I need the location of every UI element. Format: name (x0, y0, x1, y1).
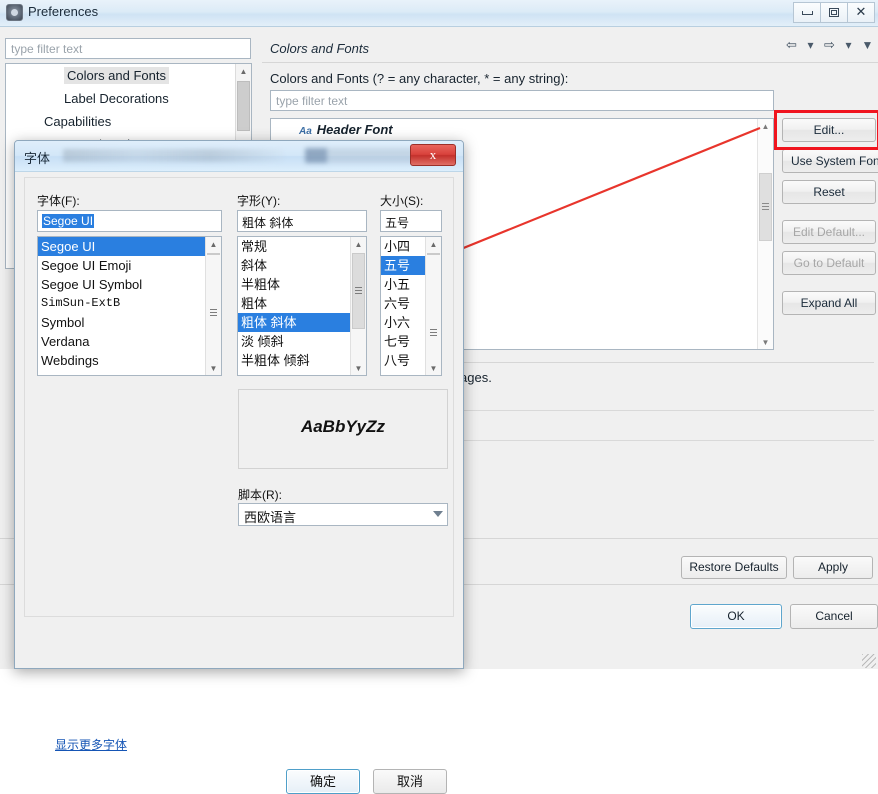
right-pane-navbar: ⇦ ▾ ⇨ ▾ ▼ (783, 36, 876, 53)
font-dialog-titlebar: 字体 x (15, 141, 463, 172)
font-size-input[interactable]: 五号 (380, 210, 442, 232)
window-controls: ✕ (793, 2, 875, 23)
colors-and-fonts-field-label: Colors and Fonts (? = any character, * =… (270, 71, 569, 86)
scroll-down-icon[interactable]: ▼ (351, 361, 366, 375)
scrollbar-grip-icon[interactable] (210, 309, 217, 316)
menu-dropdown-icon[interactable]: ▼ (859, 36, 876, 53)
font-dialog-title: 字体 (24, 151, 51, 166)
list-item[interactable]: 粗体 (238, 294, 366, 313)
sidebar-item-label: Label Decorations (64, 91, 169, 106)
preferences-titlebar: Preferences ✕ (0, 0, 878, 27)
scroll-up-icon[interactable]: ▲ (426, 237, 441, 251)
window-resize-grip[interactable] (862, 654, 876, 668)
use-system-font-button[interactable]: Use System Font (782, 149, 878, 173)
scroll-up-icon[interactable]: ▲ (758, 119, 773, 133)
minimize-icon[interactable] (793, 2, 821, 23)
scroll-up-icon[interactable]: ▲ (236, 64, 251, 79)
scroll-up-icon[interactable]: ▲ (351, 237, 366, 251)
font-family-list[interactable]: Segoe UI Segoe UI Emoji Segoe UI Symbol … (37, 236, 222, 376)
scrollbar-thumb[interactable] (237, 81, 250, 131)
back-dropdown-icon[interactable]: ▾ (802, 36, 819, 53)
expand-all-button[interactable]: Expand All (782, 291, 876, 315)
edit-default-button[interactable]: Edit Default... (782, 220, 876, 244)
font-dialog-ok-button[interactable]: 确定 (286, 769, 360, 794)
cancel-button[interactable]: Cancel (790, 604, 878, 629)
list-item[interactable]: SimSun-ExtB (38, 294, 221, 313)
apply-button[interactable]: Apply (793, 556, 873, 579)
back-arrow-icon[interactable]: ⇦ (783, 36, 800, 53)
list-item[interactable]: 斜体 (238, 256, 366, 275)
colors-fonts-filter-input[interactable]: type filter text (270, 90, 774, 111)
right-pane-title: Colors and Fonts (270, 41, 369, 56)
sample-preview-box: AaBbYyZz (238, 389, 448, 469)
screen-root: Preferences ✕ type filter text Colors an… (0, 0, 878, 794)
preferences-gear-icon (6, 4, 23, 21)
list-item[interactable]: Segoe UI Emoji (38, 256, 221, 275)
show-more-fonts-link[interactable]: 显示更多字体 (55, 736, 127, 753)
aa-preview-icon: Aa (299, 126, 312, 137)
font-size-label: 大小(S): (380, 194, 424, 208)
sidebar-item-colors-and-fonts[interactable]: Colors and Fonts (6, 64, 251, 87)
tree-row-label: Header Font (316, 122, 393, 137)
font-dialog-cancel-button[interactable]: 取消 (373, 769, 447, 794)
font-dialog: 字体 x 字体(F): Segoe UI Segoe UI Segoe UI E… (14, 140, 464, 794)
scroll-down-icon[interactable]: ▼ (426, 361, 441, 375)
forward-arrow-icon[interactable]: ⇨ (821, 36, 838, 53)
preferences-filter-input[interactable]: type filter text (5, 38, 251, 59)
list-item[interactable]: 淡 倾斜 (238, 332, 366, 351)
sidebar-item-capabilities[interactable]: Capabilities (6, 110, 251, 133)
font-style-label: 字形(Y): (237, 194, 281, 208)
font-size-scrollbar[interactable]: ▲ ▼ (425, 237, 441, 375)
scroll-down-icon[interactable]: ▼ (758, 335, 773, 349)
edit-button-highlight-annotation (774, 110, 878, 150)
scrollbar-grip-icon (355, 287, 362, 294)
font-family-input[interactable]: Segoe UI (37, 210, 222, 232)
list-item[interactable]: Webdings (38, 351, 221, 370)
font-size-list[interactable]: 小四 五号 小五 六号 小六 七号 八号 ▲ ▼ (380, 236, 442, 376)
go-to-default-button[interactable]: Go to Default (782, 251, 876, 275)
list-item[interactable]: Symbol (38, 313, 221, 332)
scrollbar-grip-icon (762, 203, 769, 210)
font-family-scrollbar[interactable]: ▲ ▼ (205, 237, 221, 375)
reset-button[interactable]: Reset (782, 180, 876, 204)
sidebar-item-label: Capabilities (44, 114, 112, 129)
maximize-icon[interactable] (820, 2, 848, 23)
font-dialog-title-blurred-text (63, 149, 283, 162)
script-select[interactable]: 西欧语言 (238, 503, 448, 526)
page-title: Preferences (28, 4, 99, 19)
script-label: 脚本(R): (238, 488, 282, 502)
chevron-down-icon (433, 511, 443, 517)
close-icon[interactable]: ✕ (847, 2, 875, 23)
ok-button[interactable]: OK (690, 604, 782, 629)
sample-preview-text: AaBbYyZz (300, 417, 386, 436)
restore-defaults-button[interactable]: Restore Defaults (681, 556, 787, 579)
colors-fonts-button-column: Edit... Use System Font Reset Edit Defau… (774, 110, 878, 322)
list-item[interactable]: 半粗体 (238, 275, 366, 294)
script-select-value: 西欧语言 (244, 510, 297, 525)
list-item[interactable]: Verdana (38, 332, 221, 351)
sidebar-item-label-decorations[interactable]: Label Decorations (6, 87, 251, 110)
list-item[interactable]: 常规 (238, 237, 366, 256)
font-family-label: 字体(F): (37, 194, 80, 208)
scroll-up-icon[interactable]: ▲ (206, 237, 221, 251)
list-item[interactable]: 半粗体 倾斜 (238, 351, 366, 370)
colors-fonts-tree-scrollbar[interactable]: ▲ ▼ (757, 119, 773, 349)
list-item[interactable]: Segoe UI (38, 237, 221, 256)
scrollbar-grip-icon[interactable] (430, 329, 437, 336)
sidebar-item-label: Colors and Fonts (64, 67, 169, 84)
scroll-down-icon[interactable]: ▼ (206, 361, 221, 375)
tree-row-header-font[interactable]: Aa Header Font (271, 119, 773, 140)
right-pane-divider (262, 62, 878, 63)
font-style-scrollbar[interactable]: ▲ ▼ (350, 237, 366, 375)
font-family-input-value: Segoe UI (42, 214, 95, 228)
font-style-list[interactable]: 常规 斜体 半粗体 粗体 粗体 斜体 淡 倾斜 半粗体 倾斜 ▲ ▼ (237, 236, 367, 376)
list-item[interactable]: 粗体 斜体 (238, 313, 366, 332)
forward-dropdown-icon[interactable]: ▾ (840, 36, 857, 53)
font-dialog-close-icon[interactable]: x (410, 144, 456, 166)
font-style-input[interactable]: 粗体 斜体 (237, 210, 367, 232)
list-item[interactable]: Segoe UI Symbol (38, 275, 221, 294)
